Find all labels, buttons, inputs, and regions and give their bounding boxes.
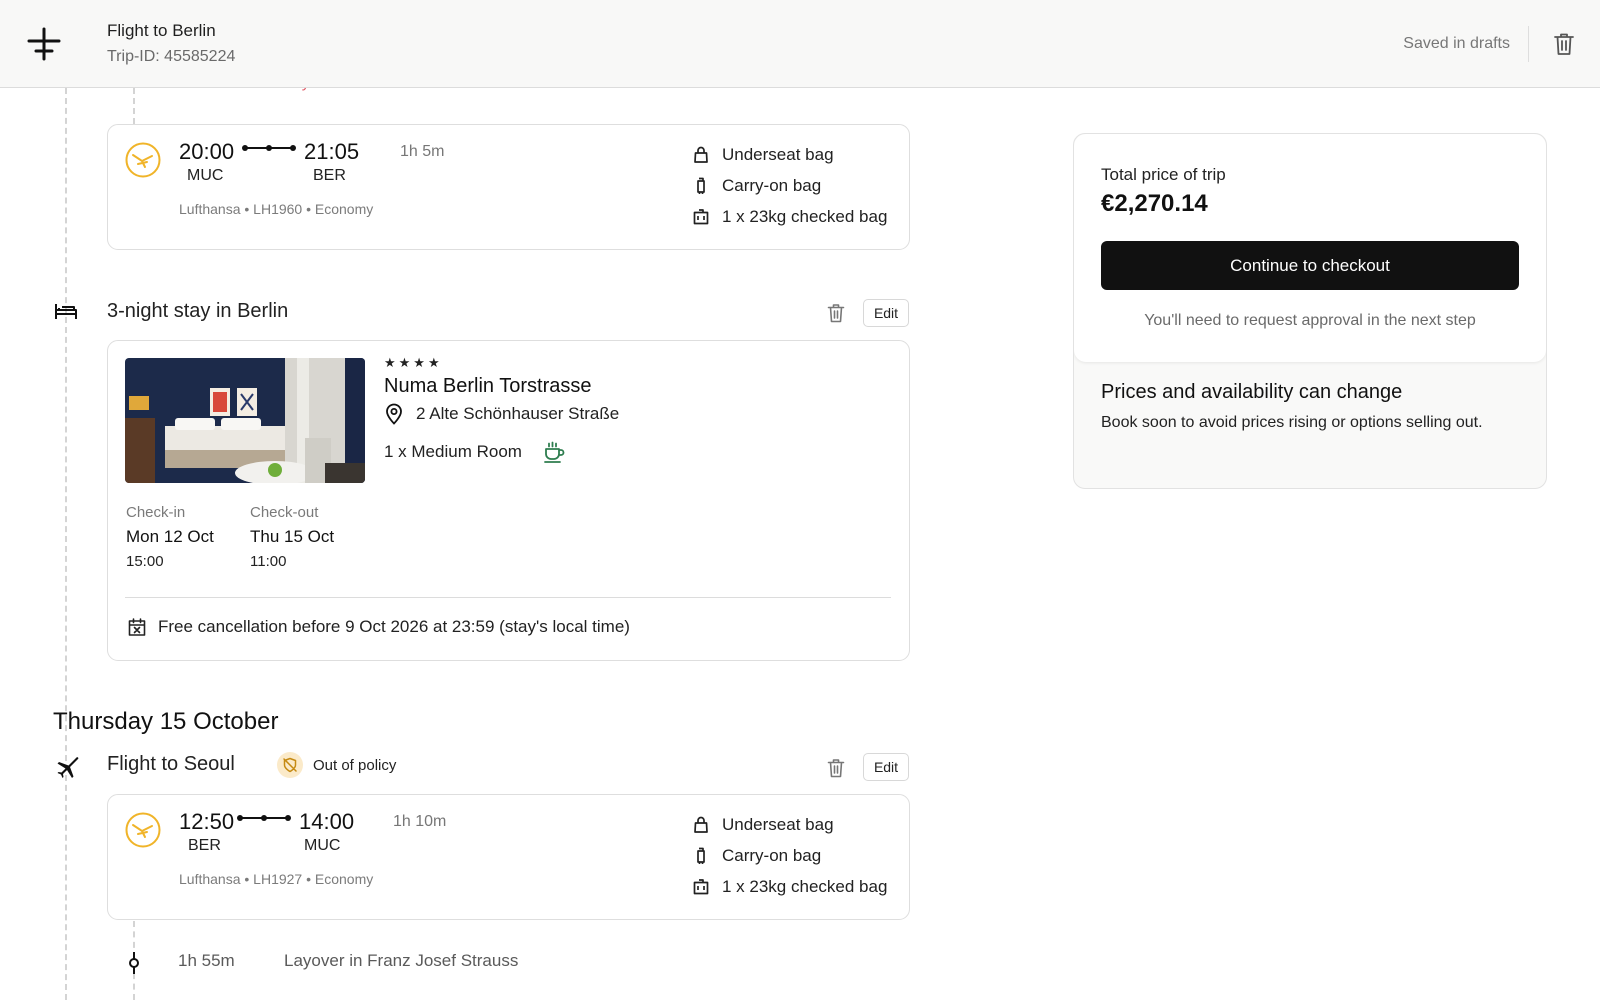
underseat-bag-icon	[694, 146, 708, 163]
trash-icon[interactable]	[1553, 32, 1575, 56]
checkin-label: Check-in	[126, 504, 186, 521]
bag-label: Underseat bag	[722, 145, 834, 164]
bed-icon	[54, 302, 78, 320]
timeline-line	[65, 88, 67, 1000]
departure-code: BER	[188, 837, 221, 854]
out-of-policy-badge: Out of policy	[277, 752, 396, 778]
trip-title: Flight to Berlin	[107, 21, 216, 40]
shield-off-icon	[277, 752, 303, 778]
layover-line	[133, 88, 135, 124]
price-summary-card: Total price of trip €2,270.14 Continue t…	[1074, 134, 1546, 362]
checkin-time: 15:00	[126, 553, 164, 570]
flight-duration: 1h 5m	[400, 143, 445, 160]
airline-logo-icon	[125, 142, 161, 178]
policy-badge-label: Out of policy	[313, 756, 397, 774]
total-price-label: Total price of trip	[1101, 165, 1226, 184]
seoul-flight-title: Flight to Seoul	[107, 753, 235, 775]
calendar-x-icon	[128, 618, 146, 636]
arrival-code: MUC	[304, 837, 341, 854]
day-heading: Thursday 15 October	[53, 708, 279, 735]
price-notice-body: Book soon to avoid prices rising or opti…	[1101, 414, 1483, 431]
bag-underseat: Underseat bag	[692, 815, 834, 835]
hotel-card[interactable]: ★★★★ Numa Berlin Torstrasse 2 Alte Schön…	[107, 340, 910, 661]
checkout-date: Thu 15 Oct	[250, 527, 335, 546]
flight-card-berlin[interactable]: 20:00 MUC 21:05 BER 1h 5m Lufthansa • LH…	[107, 124, 910, 250]
bag-checked: 1 x 23kg checked bag	[692, 877, 887, 897]
top-bar: Flight to Berlin Trip-ID: 45585224 Saved…	[0, 0, 1600, 88]
room-text: 1 x Medium Room	[384, 442, 522, 461]
departure-time: 20:00	[179, 139, 235, 164]
carry-on-bag-icon	[697, 847, 705, 864]
price-notice-title: Prices and availability can change	[1101, 381, 1403, 403]
bag-label: Underseat bag	[722, 815, 834, 834]
airline-logo-icon	[125, 812, 161, 848]
pin-icon	[386, 403, 402, 425]
flight-path-icon	[237, 814, 291, 822]
edit-stay-button[interactable]: Edit	[863, 299, 909, 327]
checked-bag-icon	[693, 879, 709, 895]
airplane-icon	[55, 755, 79, 779]
flight-card-seoul[interactable]: 12:50 BER 14:00 MUC 1h 10m Lufthansa • L…	[107, 794, 910, 920]
stay-title: 3-night stay in Berlin	[107, 300, 289, 322]
arrival-time: 14:00	[299, 809, 355, 834]
layover-duration: 1h 55m	[178, 951, 235, 970]
star-rating: ★★★★	[384, 355, 443, 370]
bag-checked: 1 x 23kg checked bag	[692, 207, 887, 227]
bag-label: 1 x 23kg checked bag	[722, 877, 888, 896]
bag-underseat: Underseat bag	[692, 145, 834, 165]
bag-label: Carry-on bag	[722, 176, 822, 195]
layover-node-icon	[127, 952, 141, 974]
carry-on-bag-icon	[697, 177, 705, 194]
departure-code: MUC	[187, 167, 224, 184]
arrival-code: BER	[313, 167, 346, 184]
address-text: 2 Alte Schönhauser Straße	[416, 404, 620, 423]
hotel-name: Numa Berlin Torstrasse	[384, 375, 592, 397]
hotel-photo	[125, 358, 365, 483]
checked-bag-icon	[693, 209, 709, 225]
room-info: 1 x Medium Room	[384, 440, 566, 464]
plane-icon	[27, 27, 61, 61]
total-price: €2,270.14	[1101, 190, 1208, 217]
saved-status: Saved in drafts	[1403, 35, 1510, 52]
edit-flight-button[interactable]: Edit	[863, 753, 909, 781]
checkout-label: Check-out	[250, 504, 319, 521]
arrival-time: 21:05	[304, 139, 360, 164]
cancellation-policy: Free cancellation before 9 Oct 2026 at 2…	[127, 617, 630, 637]
header-divider	[1528, 26, 1529, 62]
hotel-address: 2 Alte Schönhauser Straße	[384, 403, 619, 425]
trash-icon[interactable]	[827, 303, 845, 323]
flight-meta: Lufthansa • LH1927 • Economy	[179, 871, 374, 887]
hotel-divider	[125, 597, 891, 598]
cancellation-text: Free cancellation before 9 Oct 2026 at 2…	[158, 617, 630, 636]
flight-path-icon	[242, 144, 296, 152]
continue-to-checkout-button[interactable]: Continue to checkout	[1101, 241, 1519, 290]
trash-icon[interactable]	[827, 758, 845, 778]
approval-note: You'll need to request approval in the n…	[1144, 312, 1476, 329]
departure-time: 12:50	[179, 809, 235, 834]
checkout-time: 11:00	[250, 553, 287, 570]
bag-label: 1 x 23kg checked bag	[722, 207, 888, 226]
checkin-date: Mon 12 Oct	[126, 527, 214, 546]
coffee-icon	[544, 441, 565, 463]
underseat-bag-icon	[694, 816, 708, 833]
flight-meta: Lufthansa • LH1960 • Economy	[179, 201, 374, 217]
price-summary-panel: Total price of trip €2,270.14 Continue t…	[1073, 133, 1547, 489]
trip-id: Trip-ID: 45585224	[107, 48, 236, 65]
bag-label: Carry-on bag	[722, 846, 822, 865]
bag-carry-on: Carry-on bag	[692, 846, 821, 866]
bag-carry-on: Carry-on bag	[692, 176, 821, 196]
layover-text: Layover in Franz Josef Strauss	[284, 951, 519, 970]
flight-duration: 1h 10m	[393, 813, 447, 830]
